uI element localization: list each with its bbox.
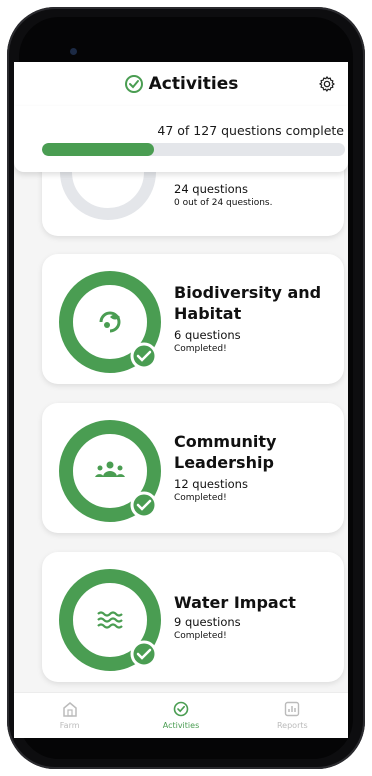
card-question-count: 6 questions <box>174 328 241 342</box>
card-question-count: 24 questions <box>174 182 248 196</box>
card-status: Completed! <box>174 344 227 354</box>
card-question-count: 9 questions <box>174 615 241 629</box>
barn-icon <box>62 702 77 717</box>
tab-label: Farm <box>59 721 80 730</box>
overall-progress-bar <box>42 143 345 156</box>
tab-farm[interactable]: Farm <box>20 693 120 730</box>
progress-ring <box>59 271 161 373</box>
card-title-line: Water Impact <box>174 593 296 612</box>
leaf-cycle-icon <box>99 311 121 333</box>
completed-check-icon <box>130 640 158 668</box>
front-camera <box>70 48 77 55</box>
header-title-group: Activities <box>124 74 239 94</box>
card-title-line: Biodiversity and <box>174 283 322 302</box>
water-waves-icon <box>97 611 123 629</box>
progress-ring <box>59 420 161 522</box>
tab-activities[interactable]: Activities <box>131 693 231 730</box>
completed-check-icon <box>130 491 158 519</box>
activity-card-community[interactable]: Community Leadership 12 questions Comple… <box>42 403 344 533</box>
card-status: Completed! <box>174 631 227 641</box>
activity-card-water[interactable]: Water Impact 9 questions Completed! <box>42 552 344 682</box>
app-screen: 24 questions 0 out of 24 questions. Biod… <box>14 62 348 738</box>
app-header: Activities <box>14 62 348 107</box>
overall-progress-panel: 47 of 127 questions complete <box>14 106 348 172</box>
gear-icon[interactable] <box>318 75 336 93</box>
overall-progress-fill <box>42 143 155 156</box>
card-title-line: Habitat <box>174 304 242 323</box>
card-title-line: Leadership <box>174 453 274 472</box>
page-title: Activities <box>148 74 239 94</box>
check-circle-icon <box>124 75 143 93</box>
tab-label: Activities <box>162 721 200 730</box>
bottom-tab-bar: Farm Activities Reports <box>14 692 348 738</box>
completed-check-icon <box>130 342 158 370</box>
card-title: Community Leadership <box>174 431 334 473</box>
card-title-line: Community <box>174 432 277 451</box>
card-title: Water Impact <box>174 592 334 613</box>
progress-ring <box>59 569 161 671</box>
tab-reports[interactable]: Reports <box>242 693 342 730</box>
card-status: 0 out of 24 questions. <box>174 198 273 208</box>
people-group-icon <box>95 461 125 477</box>
card-title: Biodiversity and Habitat <box>174 282 334 324</box>
card-status: Completed! <box>174 493 227 503</box>
tab-label: Reports <box>276 721 308 730</box>
activity-card-biodiversity[interactable]: Biodiversity and Habitat 6 questions Com… <box>42 254 344 384</box>
check-circle-icon <box>173 701 189 717</box>
card-question-count: 12 questions <box>174 477 248 491</box>
bar-chart-icon <box>285 701 300 717</box>
progress-summary: 47 of 127 questions complete <box>157 123 344 138</box>
